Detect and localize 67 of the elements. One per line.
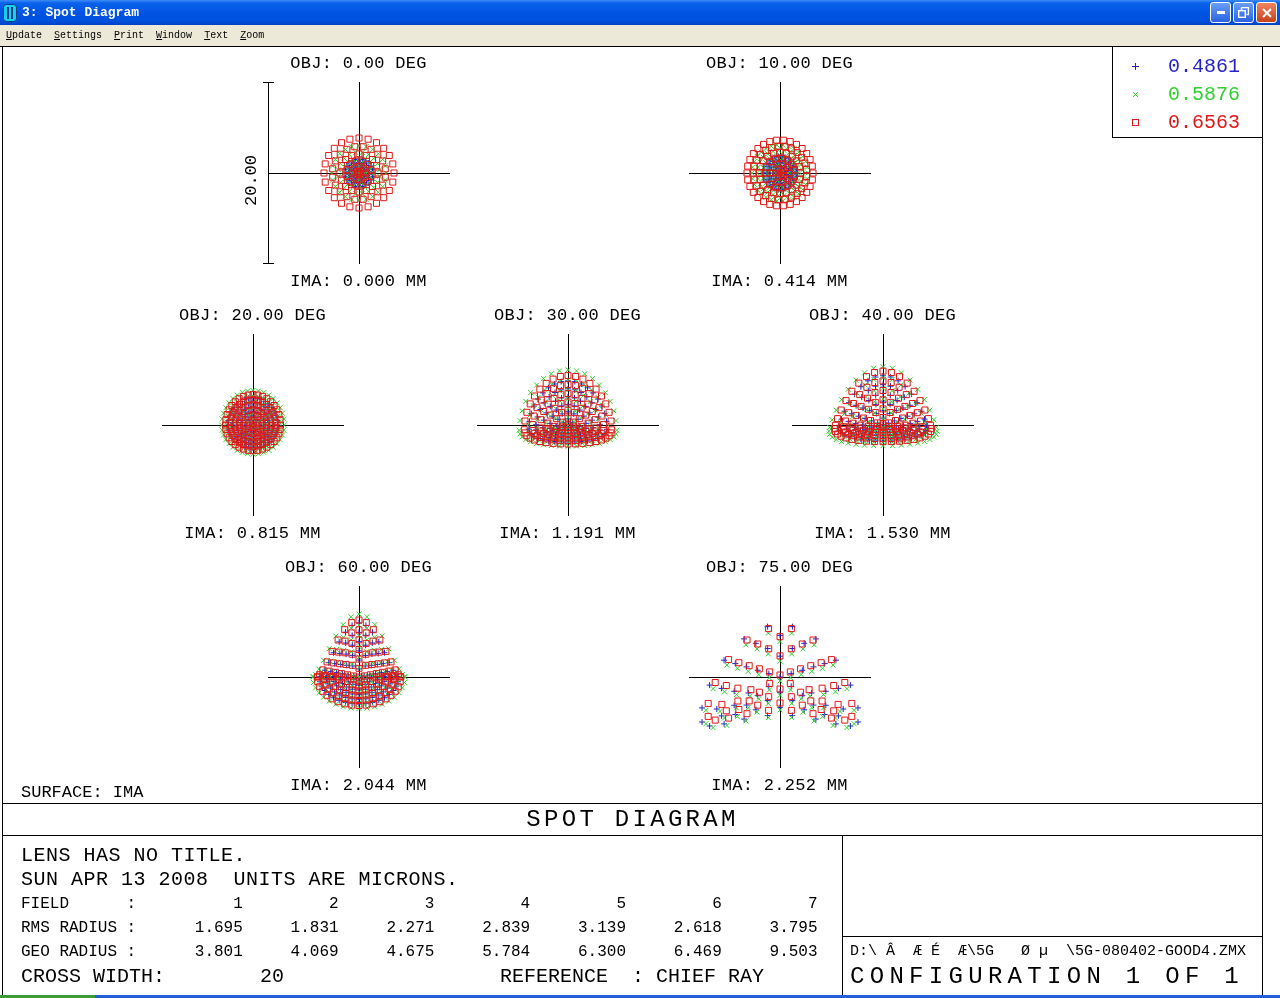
menu-item[interactable]: Text xyxy=(198,30,235,41)
field-title: OBJ: 40.00 DEG xyxy=(809,305,956,327)
minimize-icon xyxy=(1216,11,1225,14)
row-label: FIELD : xyxy=(21,895,138,913)
legend-label: 0.5876 xyxy=(1168,82,1240,106)
restore-button[interactable] xyxy=(1233,2,1254,23)
field-title: OBJ: 60.00 DEG xyxy=(285,557,432,579)
field-title: OBJ: 0.00 DEG xyxy=(290,53,427,75)
table-cell: 2.839 xyxy=(482,919,531,937)
menu-item[interactable]: Zoom xyxy=(234,30,271,41)
close-icon xyxy=(1261,7,1272,18)
field-title: OBJ: 30.00 DEG xyxy=(494,305,641,327)
field-title: OBJ: 10.00 DEG xyxy=(706,53,853,75)
table-cell: 6 xyxy=(712,895,722,913)
table-cell: 5 xyxy=(616,895,626,913)
table-cell: 6.469 xyxy=(673,943,722,961)
table-cell: 3.801 xyxy=(194,943,243,961)
image-height-label: IMA: 2.044 MM xyxy=(290,775,427,797)
chart-title: SPOT DIAGRAM xyxy=(526,806,739,833)
close-button[interactable] xyxy=(1256,2,1277,23)
menu-item[interactable]: Print xyxy=(108,30,151,41)
table-cell: 1.695 xyxy=(194,919,243,937)
app-icon xyxy=(3,3,17,22)
table-cell: 7 xyxy=(807,895,818,913)
legend-label: 0.6563 xyxy=(1168,110,1240,134)
table-cell: 3.139 xyxy=(577,919,626,937)
image-height-label: IMA: 1.530 MM xyxy=(814,523,951,545)
surface-label: SURFACE: IMA xyxy=(21,783,144,802)
table-cell: 3 xyxy=(424,895,435,913)
table-cell: 2.271 xyxy=(386,919,435,937)
restore-icon xyxy=(1238,7,1249,18)
table-cell: 2.618 xyxy=(673,919,722,937)
legend-label: 0.4861 xyxy=(1168,54,1240,78)
menu-item[interactable]: Window xyxy=(150,30,199,41)
menu-item[interactable]: Update xyxy=(0,30,49,41)
row-label: RMS RADIUS : xyxy=(21,919,138,937)
field-title: OBJ: 20.00 DEG xyxy=(179,305,326,327)
row-label: GEO RADIUS : xyxy=(21,943,138,961)
info-line: LENS HAS NO TITLE. xyxy=(21,844,247,867)
field-title: OBJ: 75.00 DEG xyxy=(706,557,853,579)
image-height-label: IMA: 0.815 MM xyxy=(184,523,321,545)
window-title: 3: Spot Diagram xyxy=(22,5,140,20)
table-cell: 3.795 xyxy=(769,919,818,937)
table-cell: 4 xyxy=(520,895,531,913)
configuration-label: CONFIGURATION 1 OF 1 xyxy=(850,963,1245,990)
cross-width-value: 20 xyxy=(260,964,285,988)
table-cell: 1 xyxy=(233,895,243,913)
image-height-label: IMA: 1.191 MM xyxy=(499,523,636,545)
table-cell: 5.784 xyxy=(482,943,531,961)
image-height-label: IMA: 0.414 MM xyxy=(711,271,848,293)
cross-marker-series xyxy=(328,142,389,204)
reference-text: REFERENCE : CHIEF RAY xyxy=(500,964,765,988)
image-height-label: IMA: 0.000 MM xyxy=(290,271,427,293)
file-path: D:\ Â Æ É Æ\5G Ø µ \5G-080402-GOOD4.ZMX xyxy=(850,943,1247,960)
table-cell: 9.503 xyxy=(769,943,818,961)
table-cell: 2 xyxy=(329,895,339,913)
cross-width-label: CROSS WIDTH: xyxy=(21,964,167,988)
image-height-label: IMA: 2.252 MM xyxy=(711,775,848,797)
minimize-button[interactable] xyxy=(1210,2,1231,23)
menu-item[interactable]: Settings xyxy=(48,30,109,41)
table-cell: 4.675 xyxy=(386,943,435,961)
table-cell: 6.300 xyxy=(577,943,626,961)
scale-label: 20.00 xyxy=(241,155,261,207)
table-cell: 4.069 xyxy=(290,943,339,961)
info-line: SUN APR 13 2008 UNITS ARE MICRONS. xyxy=(21,868,459,891)
cross-marker-series xyxy=(748,142,811,204)
table-cell: 1.831 xyxy=(290,919,339,937)
